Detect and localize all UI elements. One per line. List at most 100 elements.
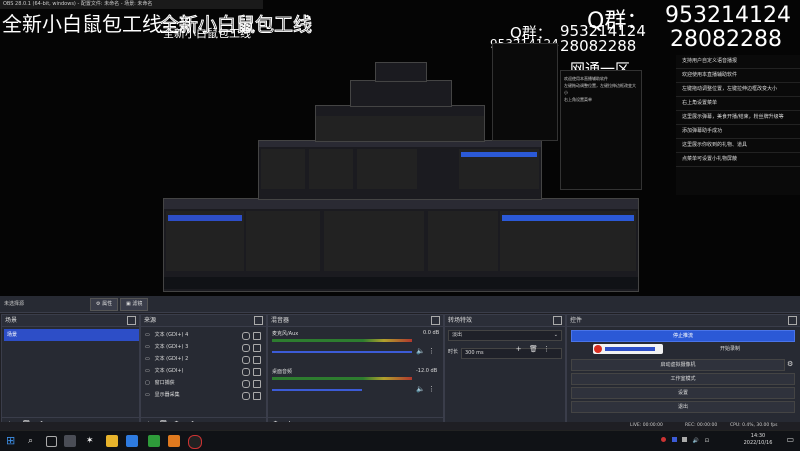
obs-icon[interactable] <box>188 435 202 449</box>
add-transition-icon[interactable]: + <box>515 346 522 353</box>
more-options-icon[interactable]: ⋮ <box>428 386 435 393</box>
undock-icon[interactable] <box>127 316 136 325</box>
transition-type-value: 淡出 <box>452 332 463 338</box>
clock-date: 2022/10/16 <box>743 440 773 446</box>
source-label: 文本 (GDI+) 3 <box>154 344 189 350</box>
text-source-icon: ▭ <box>145 344 150 350</box>
bird-app-icon[interactable] <box>126 435 138 447</box>
scene-item[interactable]: 场景 <box>4 329 139 341</box>
window-capture-icon: ▢ <box>145 380 150 386</box>
undock-icon[interactable] <box>788 316 797 325</box>
filters-button[interactable]: ▣ 滤镜 <box>120 298 149 311</box>
start-virtual-camera-button[interactable]: 启动虚拟摄像机 <box>571 359 785 371</box>
app-icon[interactable] <box>168 435 180 447</box>
mixer-dock-header: 混音器 <box>268 315 443 327</box>
side-panel-item: 左键拖动调整位置，左键拉伸边框改变大小 <box>676 83 800 97</box>
tray-app-icon[interactable] <box>661 437 667 442</box>
task-view-icon[interactable] <box>46 436 57 447</box>
network-icon[interactable]: ⊡ <box>705 438 709 444</box>
exit-button[interactable]: 退出 <box>571 401 795 413</box>
controls-dock-title: 控件 <box>570 317 583 324</box>
lock-icon[interactable] <box>253 356 261 364</box>
source-item[interactable]: ▭ 文本 (GDI+) 2 <box>145 354 263 365</box>
undock-icon[interactable] <box>254 316 263 325</box>
controls-dock: 控件 停止推流 开始录制 启动虚拟摄像机 ⚙ 工作室模式 设置 退出 <box>566 314 800 432</box>
studio-mode-button[interactable]: 工作室模式 <box>571 373 795 385</box>
no-source-selected-label: 未选择源 <box>4 301 25 307</box>
more-options-icon[interactable]: ⋮ <box>543 346 550 353</box>
game-app-icon[interactable]: ✶ <box>86 435 98 447</box>
search-icon[interactable]: ⌕ <box>28 435 40 447</box>
system-tray: 🔊 ⊡ <box>630 437 740 445</box>
visibility-eye-icon[interactable] <box>242 356 250 364</box>
properties-button[interactable]: ⚙ 属性 <box>90 298 119 311</box>
mixer-channel-name: 麦克风/Aux <box>272 331 299 337</box>
side-panel-item: 欢迎使用本直播辅助软件 <box>676 69 800 83</box>
transitions-dock: 转场特效 淡出 ⌄ 时长 300 ms + 🗑 ⋮ <box>444 314 566 432</box>
folder-icon[interactable] <box>106 435 118 447</box>
transitions-dock-header: 转场特效 <box>445 315 565 327</box>
volume-slider[interactable] <box>272 351 412 353</box>
status-bar: LIVE: 00:00:00 REC: 00:00:00 CPU: 0.4%, … <box>0 422 800 430</box>
source-item[interactable]: ▭ 文本 (GDI+) 4 <box>145 330 263 341</box>
side-panel-small <box>492 43 558 141</box>
source-item[interactable]: ▢ 窗口捕获 <box>145 378 263 389</box>
lock-icon[interactable] <box>253 344 261 352</box>
visibility-eye-icon[interactable] <box>242 392 250 400</box>
stop-streaming-button[interactable]: 停止推流 <box>571 330 795 342</box>
obs-main: 未选择源 ⚙ 属性 ▣ 滤镜 场景 场景 + 🗑 ⌃ ⌄ 来源 ▭ <box>0 296 800 432</box>
undock-icon[interactable] <box>553 316 562 325</box>
lock-icon[interactable] <box>253 368 261 376</box>
watermark-qq-number-4: 28082288 <box>670 27 782 52</box>
speaker-icon[interactable]: 🔈 <box>416 386 425 393</box>
gear-icon[interactable]: ⚙ <box>787 359 795 369</box>
volume-icon[interactable]: 🔊 <box>693 438 699 444</box>
source-label: 文本 (GDI+) <box>154 368 184 374</box>
side-panel-item: 这里展示弹幕，美食开播/结束，粉丝牌升级等 <box>676 111 800 125</box>
remove-transition-icon[interactable]: 🗑 <box>529 346 538 353</box>
transitions-dock-title: 转场特效 <box>448 317 473 324</box>
source-label: 文本 (GDI+) 4 <box>154 332 189 338</box>
clock[interactable]: 14:30 2022/10/16 <box>738 433 778 447</box>
scenes-dock-header: 场景 <box>2 315 139 327</box>
source-label: 显示器采集 <box>154 392 180 398</box>
visibility-eye-icon[interactable] <box>242 368 250 376</box>
lock-icon[interactable] <box>253 332 261 340</box>
undock-icon[interactable] <box>431 316 440 325</box>
start-recording-button[interactable]: 开始录制 <box>667 344 793 354</box>
visibility-eye-icon[interactable] <box>242 344 250 352</box>
more-options-icon[interactable]: ⋮ <box>428 348 435 355</box>
lock-icon[interactable] <box>253 392 261 400</box>
notifications-icon[interactable]: ▭ <box>786 436 794 444</box>
properties-label: 属性 <box>102 301 113 307</box>
mixer-channel-name: 桌面音频 <box>272 369 293 375</box>
source-item[interactable]: ▭ 文本 (GDI+) 3 <box>145 342 263 353</box>
nvidia-icon[interactable] <box>148 435 160 447</box>
source-label: 窗口捕获 <box>154 380 175 386</box>
rec-timer: REC: 00:00:00 <box>685 423 718 428</box>
speaker-icon[interactable]: 🔈 <box>416 348 425 355</box>
source-label: 文本 (GDI+) 2 <box>154 356 189 362</box>
tray-app-icon[interactable] <box>671 437 677 442</box>
side-panel-large: 支持用户自定义语音播报 欢迎使用本直播辅助软件 左键拖动调整位置，左键拉伸边框改… <box>676 55 800 195</box>
text-source-icon: ▭ <box>145 368 150 374</box>
stream-preview: OBS 28.0.1 (64-bit, windows) - 配置文件: 未命名… <box>0 0 800 296</box>
transition-type-select[interactable]: 淡出 ⌄ <box>448 330 562 341</box>
sources-dock-title: 来源 <box>144 317 157 324</box>
audio-meter <box>272 377 412 380</box>
source-item[interactable]: ▭ 文本 (GDI+) <box>145 366 263 377</box>
source-item[interactable]: ▭ 显示器采集 <box>145 390 263 401</box>
lock-icon[interactable] <box>253 380 261 388</box>
mixer-channel-db: 0.0 dB <box>423 330 440 336</box>
source-toolbar: 未选择源 ⚙ 属性 ▣ 滤镜 <box>0 296 800 313</box>
duration-value: 300 ms <box>465 350 484 356</box>
visibility-eye-icon[interactable] <box>242 380 250 388</box>
tray-app-icon[interactable] <box>682 437 688 442</box>
volume-slider[interactable] <box>272 389 362 391</box>
nested-preview-2 <box>258 140 542 200</box>
app-icon[interactable] <box>64 435 76 447</box>
windows-taskbar: ⊞ ⌕ ✶ 🔊 ⊡ 14:30 2022/10/16 ▭ <box>0 430 800 451</box>
visibility-eye-icon[interactable] <box>242 332 250 340</box>
settings-button[interactable]: 设置 <box>571 387 795 399</box>
windows-start-icon[interactable]: ⊞ <box>6 435 18 447</box>
